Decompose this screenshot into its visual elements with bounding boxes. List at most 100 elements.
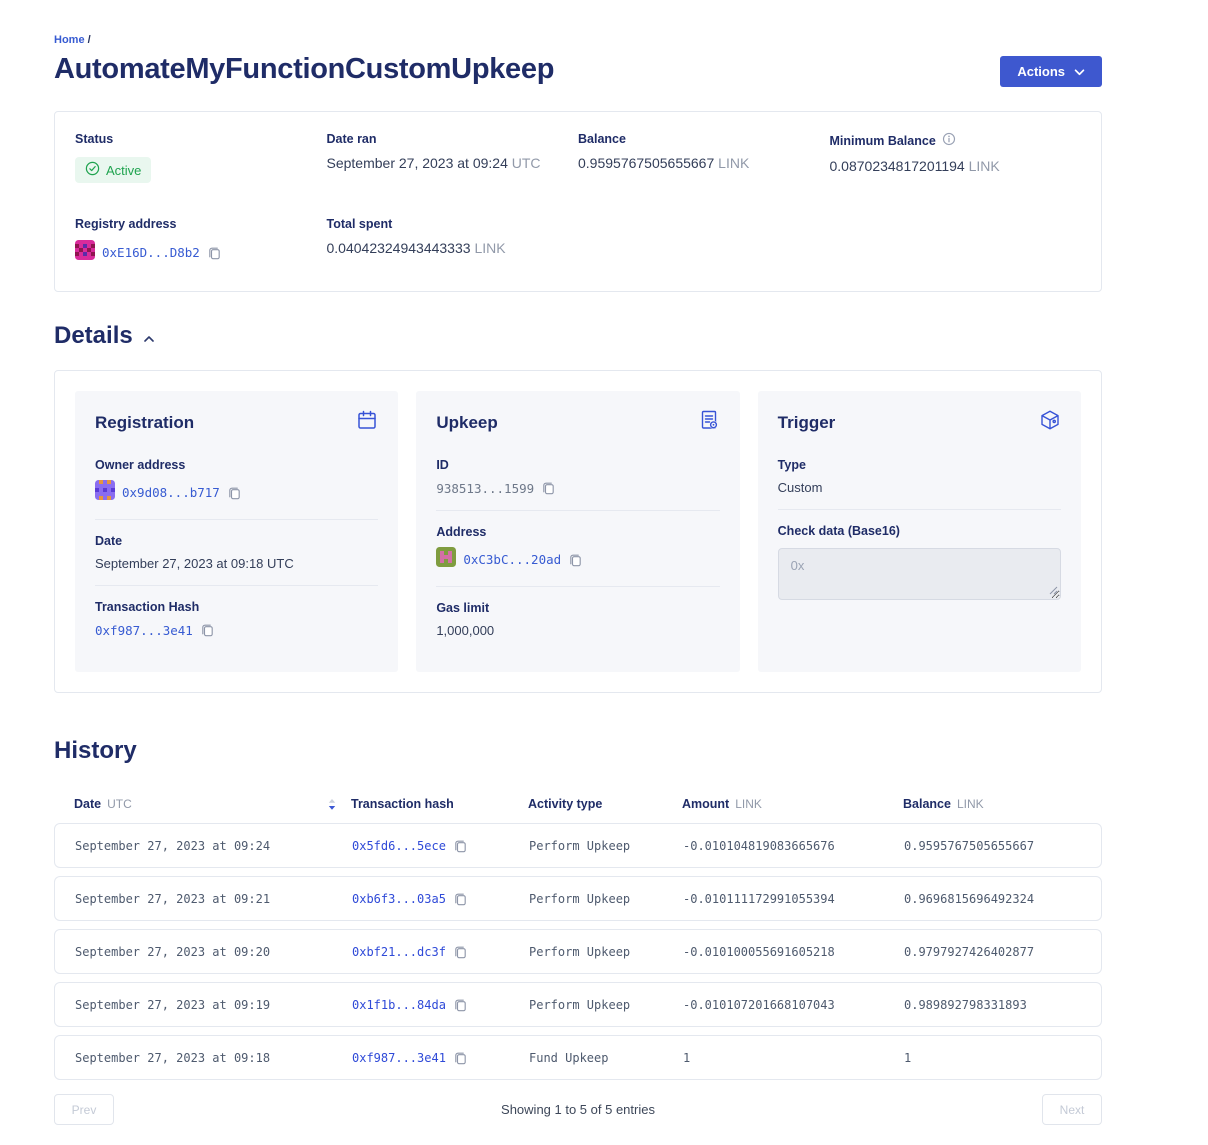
pagination: Prev Showing 1 to 5 of 5 entries Next: [54, 1094, 1102, 1145]
upkeep-id-label: ID: [436, 458, 719, 472]
upkeep-card: Upkeep ID 938513...1599 Address: [416, 391, 739, 672]
upkeep-address-identicon: [436, 547, 456, 572]
table-row: September 27, 2023 at 09:21 0xb6f3...03a…: [54, 876, 1102, 921]
transaction-hash-link[interactable]: 0x1f1b...84da: [352, 998, 446, 1012]
transaction-hash-label: Transaction Hash: [95, 600, 378, 614]
history-table: Date UTC Transaction hash Activity type …: [54, 797, 1102, 1080]
total-spent-field: Total spent 0.04042324943443333 LINK: [327, 217, 579, 265]
transaction-hash-link[interactable]: 0xf987...3e41: [352, 1051, 446, 1065]
row-date: September 27, 2023 at 09:24: [75, 839, 352, 853]
upkeep-address-label: Address: [436, 525, 719, 539]
gas-limit-value: 1,000,000: [436, 623, 719, 638]
table-row: September 27, 2023 at 09:19 0x1f1b...84d…: [54, 982, 1102, 1027]
copy-icon[interactable]: [207, 245, 222, 261]
row-date: September 27, 2023 at 09:18: [75, 1051, 352, 1065]
column-header-date: Date UTC: [74, 797, 351, 811]
chevron-down-icon: [1074, 64, 1085, 79]
date-ran-value: September 27, 2023 at 09:24: [327, 155, 508, 171]
summary-card: Status Active Date ran September 27, 202…: [54, 111, 1102, 292]
copy-icon[interactable]: [453, 838, 468, 854]
row-date: September 27, 2023 at 09:21: [75, 892, 352, 906]
registration-date-label: Date: [95, 534, 378, 548]
status-field: Status Active: [75, 132, 327, 183]
sort-arrows-icon[interactable]: [327, 798, 337, 811]
registry-address-label: Registry address: [75, 217, 327, 231]
registry-address-link[interactable]: 0xE16D...D8b2: [102, 245, 200, 260]
chevron-up-icon[interactable]: [142, 334, 156, 344]
total-spent-value: 0.04042324943443333: [327, 240, 471, 256]
breadcrumb-separator: /: [88, 34, 91, 46]
document-gear-icon: [698, 409, 720, 436]
info-icon[interactable]: [942, 132, 956, 149]
balance-label: Balance: [578, 132, 830, 146]
registration-date-value: September 27, 2023 at 09:18 UTC: [95, 556, 378, 571]
owner-identicon: [95, 480, 115, 505]
upkeep-id-field: ID 938513...1599: [436, 452, 719, 510]
copy-icon[interactable]: [541, 480, 556, 496]
min-balance-field: Minimum Balance 0.0870234817201194 LINK: [830, 132, 1082, 183]
status-value: Active: [106, 163, 141, 178]
copy-icon[interactable]: [200, 622, 215, 638]
entries-summary: Showing 1 to 5 of 5 entries: [501, 1102, 655, 1117]
cube-icon: [1039, 409, 1061, 436]
registration-date-field: Date September 27, 2023 at 09:18 UTC: [95, 519, 378, 585]
next-button[interactable]: Next: [1042, 1094, 1102, 1125]
date-ran-suffix: UTC: [512, 155, 541, 171]
balance-value: 0.9595767505655667: [578, 155, 714, 171]
history-heading-label: History: [54, 737, 137, 765]
row-activity-type: Perform Upkeep: [529, 998, 683, 1012]
min-balance-label: Minimum Balance: [830, 134, 936, 148]
registration-title: Registration: [95, 413, 194, 433]
check-data-input[interactable]: [778, 548, 1061, 600]
trigger-title: Trigger: [778, 413, 836, 433]
copy-icon[interactable]: [568, 552, 583, 568]
actions-button[interactable]: Actions: [1000, 56, 1102, 87]
prev-button[interactable]: Prev: [54, 1094, 114, 1125]
copy-icon[interactable]: [453, 1050, 468, 1066]
breadcrumb-home-link[interactable]: Home: [54, 34, 85, 46]
copy-icon[interactable]: [453, 891, 468, 907]
row-amount: -0.010104819083665676: [683, 839, 904, 853]
trigger-card: Trigger Type Custom Check data (Base16): [758, 391, 1081, 672]
transaction-hash-link[interactable]: 0xb6f3...03a5: [352, 892, 446, 906]
upkeep-address-link[interactable]: 0xC3bC...20ad: [463, 552, 561, 567]
column-header-amount: Amount LINK: [682, 797, 903, 811]
row-balance: 1: [904, 1051, 1101, 1065]
row-balance: 0.9595767505655667: [904, 839, 1101, 853]
gas-limit-field: Gas limit 1,000,000: [436, 586, 719, 652]
copy-icon[interactable]: [227, 485, 242, 501]
column-header-balance: Balance LINK: [903, 797, 1102, 811]
page-title: AutomateMyFunctionCustomUpkeep: [54, 53, 554, 86]
row-date: September 27, 2023 at 09:20: [75, 945, 352, 959]
min-balance-value: 0.0870234817201194: [830, 158, 965, 174]
transaction-hash-link[interactable]: 0x5fd6...5ece: [352, 839, 446, 853]
row-amount: -0.010111172991055394: [683, 892, 904, 906]
page: Home / AutomateMyFunctionCustomUpkeep Ac…: [54, 0, 1102, 1145]
column-header-activity-type: Activity type: [528, 797, 682, 811]
total-spent-label: Total spent: [327, 217, 579, 231]
transaction-hash-field: Transaction Hash 0xf987...3e41: [95, 585, 378, 652]
check-circle-icon: [85, 161, 100, 179]
owner-address-link[interactable]: 0x9d08...b717: [122, 485, 220, 500]
registration-card: Registration Owner address 0x9d08...b717: [75, 391, 398, 672]
balance-suffix: LINK: [718, 155, 749, 171]
upkeep-id-value: 938513...1599: [436, 481, 534, 496]
details-heading: Details: [54, 322, 1102, 350]
status-badge: Active: [75, 157, 151, 183]
row-date: September 27, 2023 at 09:19: [75, 998, 352, 1012]
copy-icon[interactable]: [453, 997, 468, 1013]
trigger-type-field: Type Custom: [778, 452, 1061, 509]
copy-icon[interactable]: [453, 944, 468, 960]
trigger-type-label: Type: [778, 458, 1061, 472]
owner-address-label: Owner address: [95, 458, 378, 472]
details-card: Registration Owner address 0x9d08...b717: [54, 370, 1102, 693]
top-bar: Home / AutomateMyFunctionCustomUpkeep Ac…: [54, 34, 1102, 87]
transaction-hash-link[interactable]: 0xbf21...dc3f: [352, 945, 446, 959]
min-balance-suffix: LINK: [969, 158, 1000, 174]
registry-address-field: Registry address 0xE16D...D8b2: [75, 217, 327, 265]
table-body: September 27, 2023 at 09:24 0x5fd6...5ec…: [54, 823, 1102, 1080]
date-ran-label: Date ran: [327, 132, 579, 146]
registration-tx-link[interactable]: 0xf987...3e41: [95, 623, 193, 638]
upkeep-address-field: Address 0xC3bC...20ad: [436, 510, 719, 586]
table-row: September 27, 2023 at 09:18 0xf987...3e4…: [54, 1035, 1102, 1080]
